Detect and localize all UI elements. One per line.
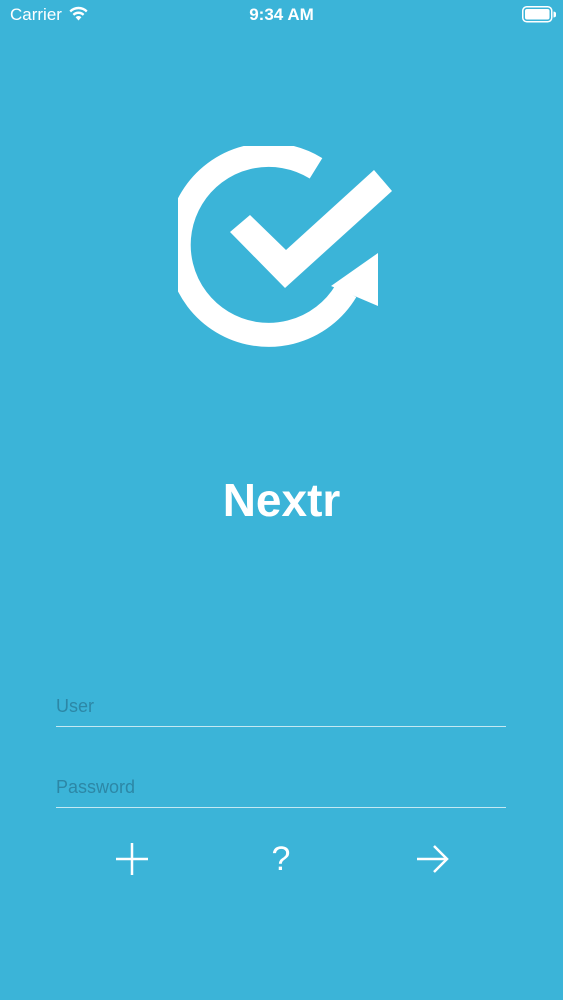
app-title: Nextr bbox=[222, 474, 341, 526]
login-button[interactable] bbox=[410, 838, 454, 880]
add-account-button[interactable] bbox=[110, 838, 154, 880]
password-field bbox=[56, 767, 506, 808]
battery-icon bbox=[522, 6, 556, 23]
user-field bbox=[56, 686, 506, 727]
action-bar: ? bbox=[0, 838, 563, 880]
user-input[interactable] bbox=[56, 686, 506, 726]
login-screen: Carrier 9:34 AM Nextr User ? bbox=[0, 0, 563, 1000]
help-label: ? bbox=[271, 840, 291, 878]
plus-icon bbox=[116, 843, 148, 875]
password-input[interactable] bbox=[56, 767, 506, 807]
status-bar: Carrier 9:34 AM bbox=[0, 0, 563, 30]
arrow-right-icon bbox=[417, 845, 449, 873]
check-refresh-icon bbox=[178, 146, 392, 347]
help-button[interactable]: ? bbox=[259, 838, 303, 880]
clock: 9:34 AM bbox=[249, 5, 314, 24]
